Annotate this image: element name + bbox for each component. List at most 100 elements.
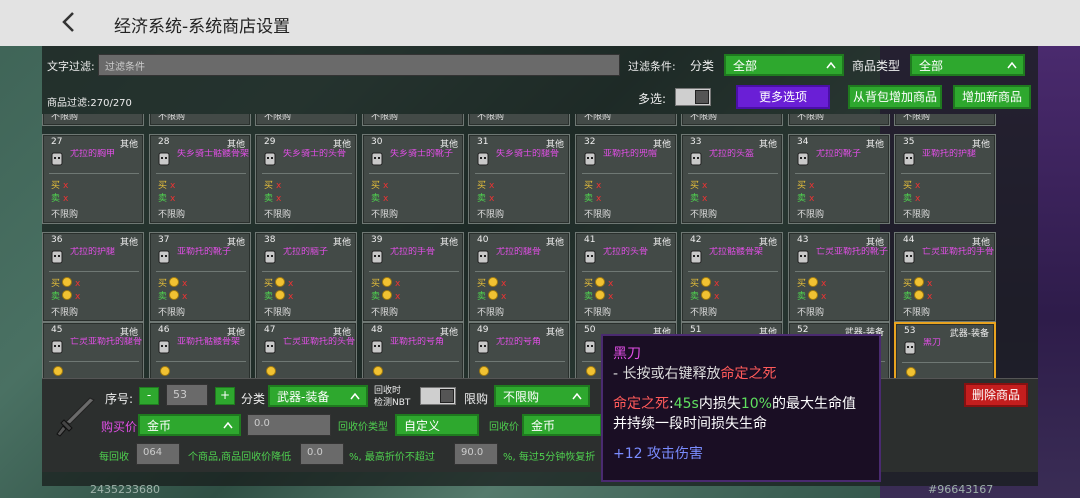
item-buy: 买x bbox=[797, 276, 826, 289]
item-card[interactable]: 不限购 bbox=[575, 114, 677, 126]
item-icon bbox=[477, 152, 489, 166]
item-buy: 买x bbox=[477, 178, 494, 191]
item-card[interactable]: 38 其他 尤拉的脑子买 x 卖 x 不限购 bbox=[255, 232, 357, 322]
divider bbox=[582, 173, 672, 174]
buy-label: 买 bbox=[264, 181, 274, 191]
item-icon bbox=[51, 340, 63, 354]
item-icon bbox=[903, 250, 915, 264]
divider bbox=[49, 271, 139, 272]
divider bbox=[688, 271, 778, 272]
buy-currency-select[interactable]: 金币 bbox=[138, 414, 241, 436]
coin-icon bbox=[382, 290, 393, 300]
item-card[interactable]: 43 其他 亡灵亚勒托的靴子买 x 卖 x 不限购 bbox=[788, 232, 890, 322]
item-card[interactable]: 42 其他 尤拉骷髅骨架买 x 卖 x 不限购 bbox=[681, 232, 783, 322]
item-limit: 不限购 bbox=[264, 114, 292, 122]
item-card[interactable]: 31 其他 失乡骑士的腿骨买 x 卖 x 不限购 bbox=[468, 134, 570, 224]
item-card[interactable]: 45 其他 亡灵亚勒托的腿骨 bbox=[42, 322, 144, 380]
item-limit: 不限购 bbox=[903, 114, 931, 122]
sell-value: x bbox=[383, 194, 389, 204]
item-card[interactable]: 不限购 bbox=[149, 114, 251, 126]
max-discount-input[interactable]: 90.0 bbox=[454, 443, 498, 465]
editor-category-select[interactable]: 武器-装备 bbox=[268, 385, 368, 407]
item-type-select[interactable]: 全部 bbox=[910, 54, 1025, 76]
item-id: 32 bbox=[584, 137, 596, 147]
item-buy: 买x bbox=[51, 178, 68, 191]
item-card[interactable]: 不限购 bbox=[255, 114, 357, 126]
reduce-input[interactable]: 0.0 bbox=[300, 443, 344, 465]
item-icon bbox=[584, 250, 596, 264]
item-card[interactable]: 40 其他 尤拉的腿骨买 x 卖 x 不限购 bbox=[468, 232, 570, 322]
footer-right-id: #96643167 bbox=[928, 483, 994, 496]
multi-select-toggle[interactable] bbox=[675, 88, 711, 106]
item-card[interactable]: 44 其他 亡灵亚勒托的手骨买 x 卖 x 不限购 bbox=[894, 232, 996, 322]
item-name: 亚勒托的靴子 bbox=[177, 247, 232, 257]
seq-plus-button[interactable]: + bbox=[215, 387, 235, 405]
item-card[interactable]: 49 其他 尤拉的号角 bbox=[468, 322, 570, 380]
item-sell: 卖x bbox=[264, 289, 293, 302]
item-card[interactable]: 39 其他 尤拉的手骨买 x 卖 x 不限购 bbox=[362, 232, 464, 322]
item-icon bbox=[264, 152, 276, 166]
recycle-nbt-toggle[interactable] bbox=[420, 387, 456, 405]
seq-minus-button[interactable]: - bbox=[139, 387, 159, 405]
item-card[interactable]: 47 其他 亡灵亚勒托的头骨 bbox=[255, 322, 357, 380]
item-card[interactable]: 27 其他 尤拉的胸甲买 x 卖 x 不限购 bbox=[42, 134, 144, 224]
item-card[interactable]: 41 其他 尤拉的头骨买 x 卖 x 不限购 bbox=[575, 232, 677, 322]
divider bbox=[582, 271, 672, 272]
more-options-button[interactable]: 更多选项 bbox=[736, 85, 830, 109]
text-filter-input[interactable]: 过滤条件 bbox=[98, 54, 620, 76]
chevron-up-icon bbox=[350, 393, 360, 400]
footer-left-id: 2435233680 bbox=[90, 483, 160, 496]
item-card[interactable]: 不限购 bbox=[42, 114, 144, 126]
item-name: 失乡骑士骷髅骨架 bbox=[177, 149, 249, 159]
buy-label: 买 bbox=[690, 181, 700, 191]
category-filter-select[interactable]: 全部 bbox=[724, 54, 844, 76]
item-buy bbox=[158, 366, 170, 378]
item-name: 亡灵亚勒托的靴子 bbox=[816, 247, 888, 257]
delete-item-button[interactable]: 删除商品 bbox=[964, 383, 1028, 407]
item-card[interactable]: 33 其他 尤拉的头盔买 x 卖 x 不限购 bbox=[681, 134, 783, 224]
recycle-type-select[interactable]: 自定义 bbox=[395, 414, 479, 436]
item-card[interactable]: 37 其他 亚勒托的靴子买 x 卖 x 不限购 bbox=[149, 232, 251, 322]
item-card[interactable]: 不限购 bbox=[788, 114, 890, 126]
item-name: 尤拉的脑子 bbox=[283, 247, 329, 257]
item-card[interactable]: 不限购 bbox=[362, 114, 464, 126]
add-from-bag-button[interactable]: 从背包增加商品 bbox=[848, 85, 942, 109]
item-buy: 买x bbox=[264, 178, 281, 191]
item-name: 失乡骑士的头骨 bbox=[283, 149, 347, 159]
item-card[interactable]: 不限购 bbox=[468, 114, 570, 126]
page-title: 经济系统-系统商店设置 bbox=[114, 17, 291, 37]
back-arrow-icon[interactable] bbox=[58, 10, 80, 34]
per-recycle-input[interactable]: 064 bbox=[136, 443, 180, 465]
item-id: 41 bbox=[584, 235, 596, 245]
item-card[interactable]: 34 其他 尤拉的靴子买 x 卖 x 不限购 bbox=[788, 134, 890, 224]
item-card[interactable]: 32 其他 亚勒托的兜帽买 x 卖 x 不限购 bbox=[575, 134, 677, 224]
item-card[interactable]: 48 其他 亚勒托的号角 bbox=[362, 322, 464, 380]
item-card[interactable]: 29 其他 失乡骑士的头骨买 x 卖 x 不限购 bbox=[255, 134, 357, 224]
item-limit: 不限购 bbox=[264, 210, 292, 220]
item-card[interactable]: 53 武器-装备 黑刀 bbox=[894, 322, 996, 380]
sell-value: x bbox=[170, 194, 176, 204]
buy-label: 买 bbox=[690, 279, 700, 289]
sell-value: x bbox=[75, 292, 81, 302]
item-buy bbox=[477, 366, 489, 378]
buy-amount-input[interactable]: 0.0 bbox=[247, 414, 331, 436]
item-card[interactable]: 36 其他 尤拉的护腿买 x 卖 x 不限购 bbox=[42, 232, 144, 322]
item-card[interactable]: 不限购 bbox=[681, 114, 783, 126]
filter-condition-label: 过滤条件: bbox=[628, 60, 676, 73]
seq-input[interactable]: 53 bbox=[166, 384, 208, 406]
buy-label: 买 bbox=[584, 181, 594, 191]
item-card[interactable]: 不限购 bbox=[894, 114, 996, 126]
recycle-currency-select[interactable]: 金币 bbox=[522, 414, 602, 436]
item-card[interactable]: 28 其他 失乡骑士骷髅骨架买 x 卖 x 不限购 bbox=[149, 134, 251, 224]
item-card[interactable]: 46 其他 亚勒托骷髅骨架 bbox=[149, 322, 251, 380]
item-card[interactable]: 35 其他 亚勒托的护腿买 x 卖 x 不限购 bbox=[894, 134, 996, 224]
limit-select[interactable]: 不限购 bbox=[494, 385, 590, 407]
black-blade-icon bbox=[56, 397, 95, 437]
category-label: 分类 bbox=[690, 59, 715, 73]
item-limit: 不限购 bbox=[797, 210, 825, 220]
sell-label: 卖 bbox=[158, 194, 168, 204]
add-new-item-button[interactable]: 增加新商品 bbox=[953, 85, 1031, 109]
item-card[interactable]: 30 其他 失乡骑士的靴子买 x 卖 x 不限购 bbox=[362, 134, 464, 224]
item-limit: 不限购 bbox=[903, 210, 931, 220]
buy-label: 买 bbox=[51, 279, 61, 289]
